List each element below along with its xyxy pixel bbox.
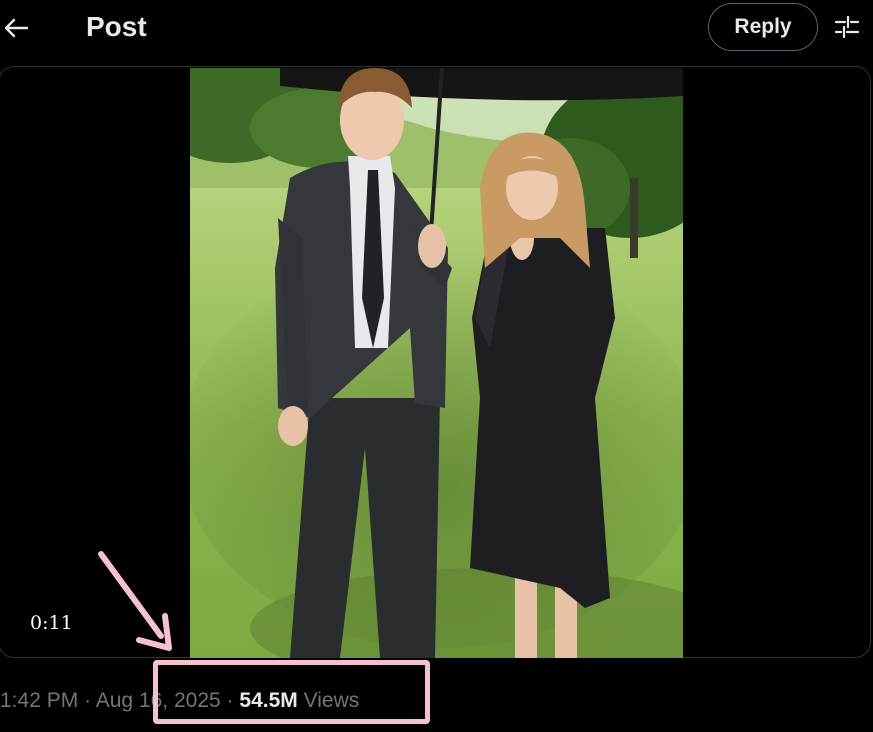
- settings-button[interactable]: [832, 12, 862, 42]
- video-player[interactable]: [190, 68, 683, 658]
- post-date[interactable]: Aug 16, 2025: [96, 689, 221, 712]
- views-label: Views: [303, 689, 360, 712]
- back-button[interactable]: [0, 8, 32, 48]
- arrow-left-icon: [4, 18, 29, 38]
- reply-button[interactable]: Reply: [708, 3, 818, 51]
- sliders-icon: [834, 15, 860, 39]
- video-timestamp: 0:11: [30, 612, 73, 634]
- top-bar: Post Reply: [0, 0, 873, 56]
- page-title: Post: [86, 11, 147, 42]
- meta-separator: ·: [226, 689, 234, 712]
- post-meta: 1:42 PM · Aug 16, 2025 · 54.5M Views: [0, 686, 359, 716]
- video-frame: [190, 68, 683, 658]
- meta-separator: ·: [84, 689, 92, 712]
- post-time[interactable]: 1:42 PM: [0, 689, 78, 712]
- views-count: 54.5M: [239, 689, 298, 712]
